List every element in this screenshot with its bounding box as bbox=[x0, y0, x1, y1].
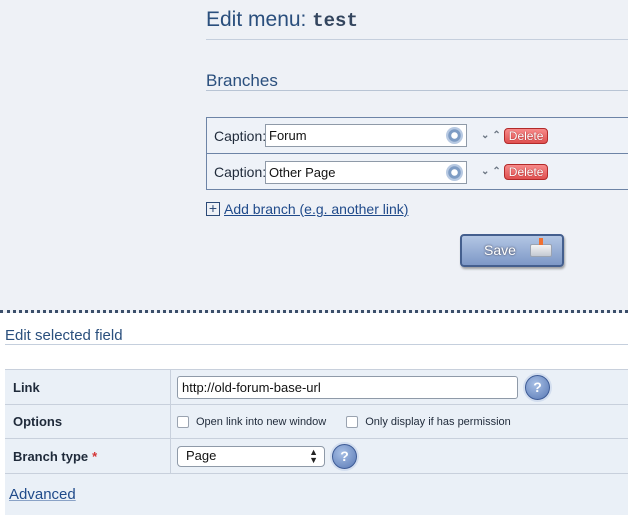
page-title-prefix: Edit menu: bbox=[206, 8, 307, 31]
link-input[interactable]: http://old-forum-base-url bbox=[177, 375, 518, 399]
caption-value: Other Page bbox=[269, 164, 336, 180]
caption-input[interactable]: Forum ⚙ bbox=[265, 124, 467, 147]
caption-input[interactable]: Other Page ⚙ bbox=[265, 160, 467, 184]
caption-value: Forum bbox=[269, 128, 307, 143]
caption-label: Caption: bbox=[214, 127, 267, 144]
edit-field-title: Edit selected field bbox=[5, 327, 123, 344]
advanced-link[interactable]: Advanced bbox=[9, 486, 76, 503]
page-title: Edit menu: test bbox=[206, 8, 358, 32]
option-permission[interactable]: Only display if has permission bbox=[346, 415, 531, 428]
required-marker: * bbox=[92, 448, 98, 464]
delete-button[interactable]: Delete bbox=[503, 127, 549, 144]
branch-row: Caption: Other Page ⚙ ⌄ ⌃ Delete bbox=[207, 154, 628, 190]
options-label: Options bbox=[13, 414, 63, 429]
link-cell: http://old-forum-base-url ? bbox=[170, 370, 628, 404]
plus-icon[interactable]: + bbox=[206, 201, 220, 216]
options-cell: Open link into new window Only display i… bbox=[170, 405, 628, 438]
reorder-controls: ⌄ ⌃ bbox=[481, 130, 501, 141]
advanced-section: Advanced bbox=[5, 474, 628, 516]
branch-row: Caption: Forum ⚙ ⌄ ⌃ Delete bbox=[207, 118, 628, 154]
branch-type-select[interactable]: Page ▲ ▼ bbox=[177, 445, 325, 467]
reorder-controls: ⌄ ⌃ bbox=[481, 167, 501, 177]
help-icon[interactable]: ? bbox=[525, 374, 550, 400]
edit-field-panel: Edit selected field Link http://old-foru… bbox=[0, 313, 628, 526]
divider bbox=[206, 90, 628, 91]
divider bbox=[5, 344, 628, 345]
new-window-checkbox[interactable] bbox=[177, 415, 189, 428]
move-up-icon[interactable]: ⌃ bbox=[492, 130, 500, 141]
add-branch[interactable]: + Add branch (e.g. another link) bbox=[206, 201, 408, 217]
save-label: Save bbox=[484, 242, 516, 258]
field-table: Link http://old-forum-base-url ? Options… bbox=[5, 369, 628, 515]
gear-icon[interactable]: ⚙ bbox=[446, 127, 463, 144]
add-branch-link[interactable]: Add branch (e.g. another link) bbox=[224, 201, 408, 217]
branch-type-row: Branch type * Page ▲ ▼ ? bbox=[5, 439, 628, 474]
link-row: Link http://old-forum-base-url ? bbox=[5, 370, 628, 405]
permission-label[interactable]: Only display if has permission bbox=[365, 416, 511, 428]
branches-title: Branches bbox=[206, 71, 278, 90]
save-button[interactable]: Save bbox=[460, 234, 564, 267]
branch-type-text: Branch type bbox=[13, 448, 89, 464]
gear-icon[interactable]: ⚙ bbox=[446, 163, 463, 181]
select-arrows-icon: ▲ ▼ bbox=[309, 446, 318, 465]
branch-type-cell: Page ▲ ▼ ? bbox=[170, 439, 628, 473]
save-icon bbox=[530, 238, 552, 257]
menu-name: test bbox=[312, 10, 358, 32]
options-row: Options Open link into new window Only d… bbox=[5, 405, 628, 439]
help-icon[interactable]: ? bbox=[332, 443, 357, 469]
branch-list: Caption: Forum ⚙ ⌄ ⌃ Delete Caption: Oth… bbox=[206, 117, 628, 190]
move-up-icon[interactable]: ⌃ bbox=[492, 167, 500, 177]
option-new-window[interactable]: Open link into new window bbox=[177, 415, 346, 428]
branch-type-label: Branch type * bbox=[5, 449, 170, 464]
caption-label: Caption: bbox=[214, 164, 267, 180]
permission-checkbox[interactable] bbox=[346, 415, 359, 428]
delete-button[interactable]: Delete bbox=[503, 164, 549, 180]
divider bbox=[206, 39, 628, 40]
branch-type-value: Page bbox=[186, 447, 217, 463]
move-down-icon[interactable]: ⌄ bbox=[481, 130, 489, 141]
move-down-icon[interactable]: ⌄ bbox=[481, 167, 489, 177]
new-window-label[interactable]: Open link into new window bbox=[196, 416, 326, 428]
link-label: Link bbox=[13, 379, 40, 395]
